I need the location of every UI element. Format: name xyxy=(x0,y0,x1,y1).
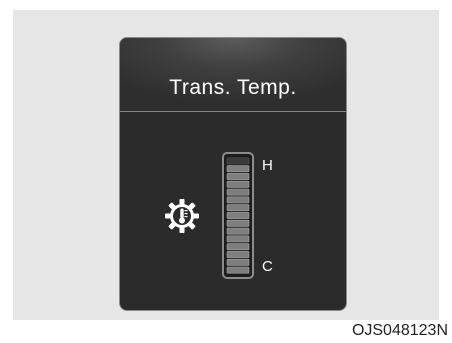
gauge-segment xyxy=(226,258,250,266)
figure-code: OJS048123N xyxy=(351,322,448,339)
gauge-segment xyxy=(226,251,250,258)
gauge-segment xyxy=(226,266,250,274)
display-header xyxy=(120,38,346,111)
transmission-temperature-icon xyxy=(165,199,199,233)
gauge-segment xyxy=(226,157,250,165)
gauge-segment xyxy=(226,219,250,227)
gauge-low-label: C xyxy=(262,258,273,275)
display-title: Trans. Temp. xyxy=(169,76,297,99)
gauge-segment xyxy=(226,204,250,212)
gauge-segment xyxy=(226,227,250,235)
gauge-segment xyxy=(226,235,250,243)
gauge-segment xyxy=(226,212,250,219)
gauge-segment xyxy=(226,180,250,188)
temperature-gauge xyxy=(222,152,254,279)
cluster-display: Trans. Temp. H C xyxy=(119,37,347,311)
gauge-segment xyxy=(226,188,250,196)
header-divider xyxy=(120,111,346,112)
gauge-segment xyxy=(226,173,250,180)
gauge-high-label: H xyxy=(262,157,273,174)
gauge-segment xyxy=(226,243,250,251)
gauge-segment xyxy=(226,196,250,204)
gauge-segment xyxy=(226,165,250,173)
